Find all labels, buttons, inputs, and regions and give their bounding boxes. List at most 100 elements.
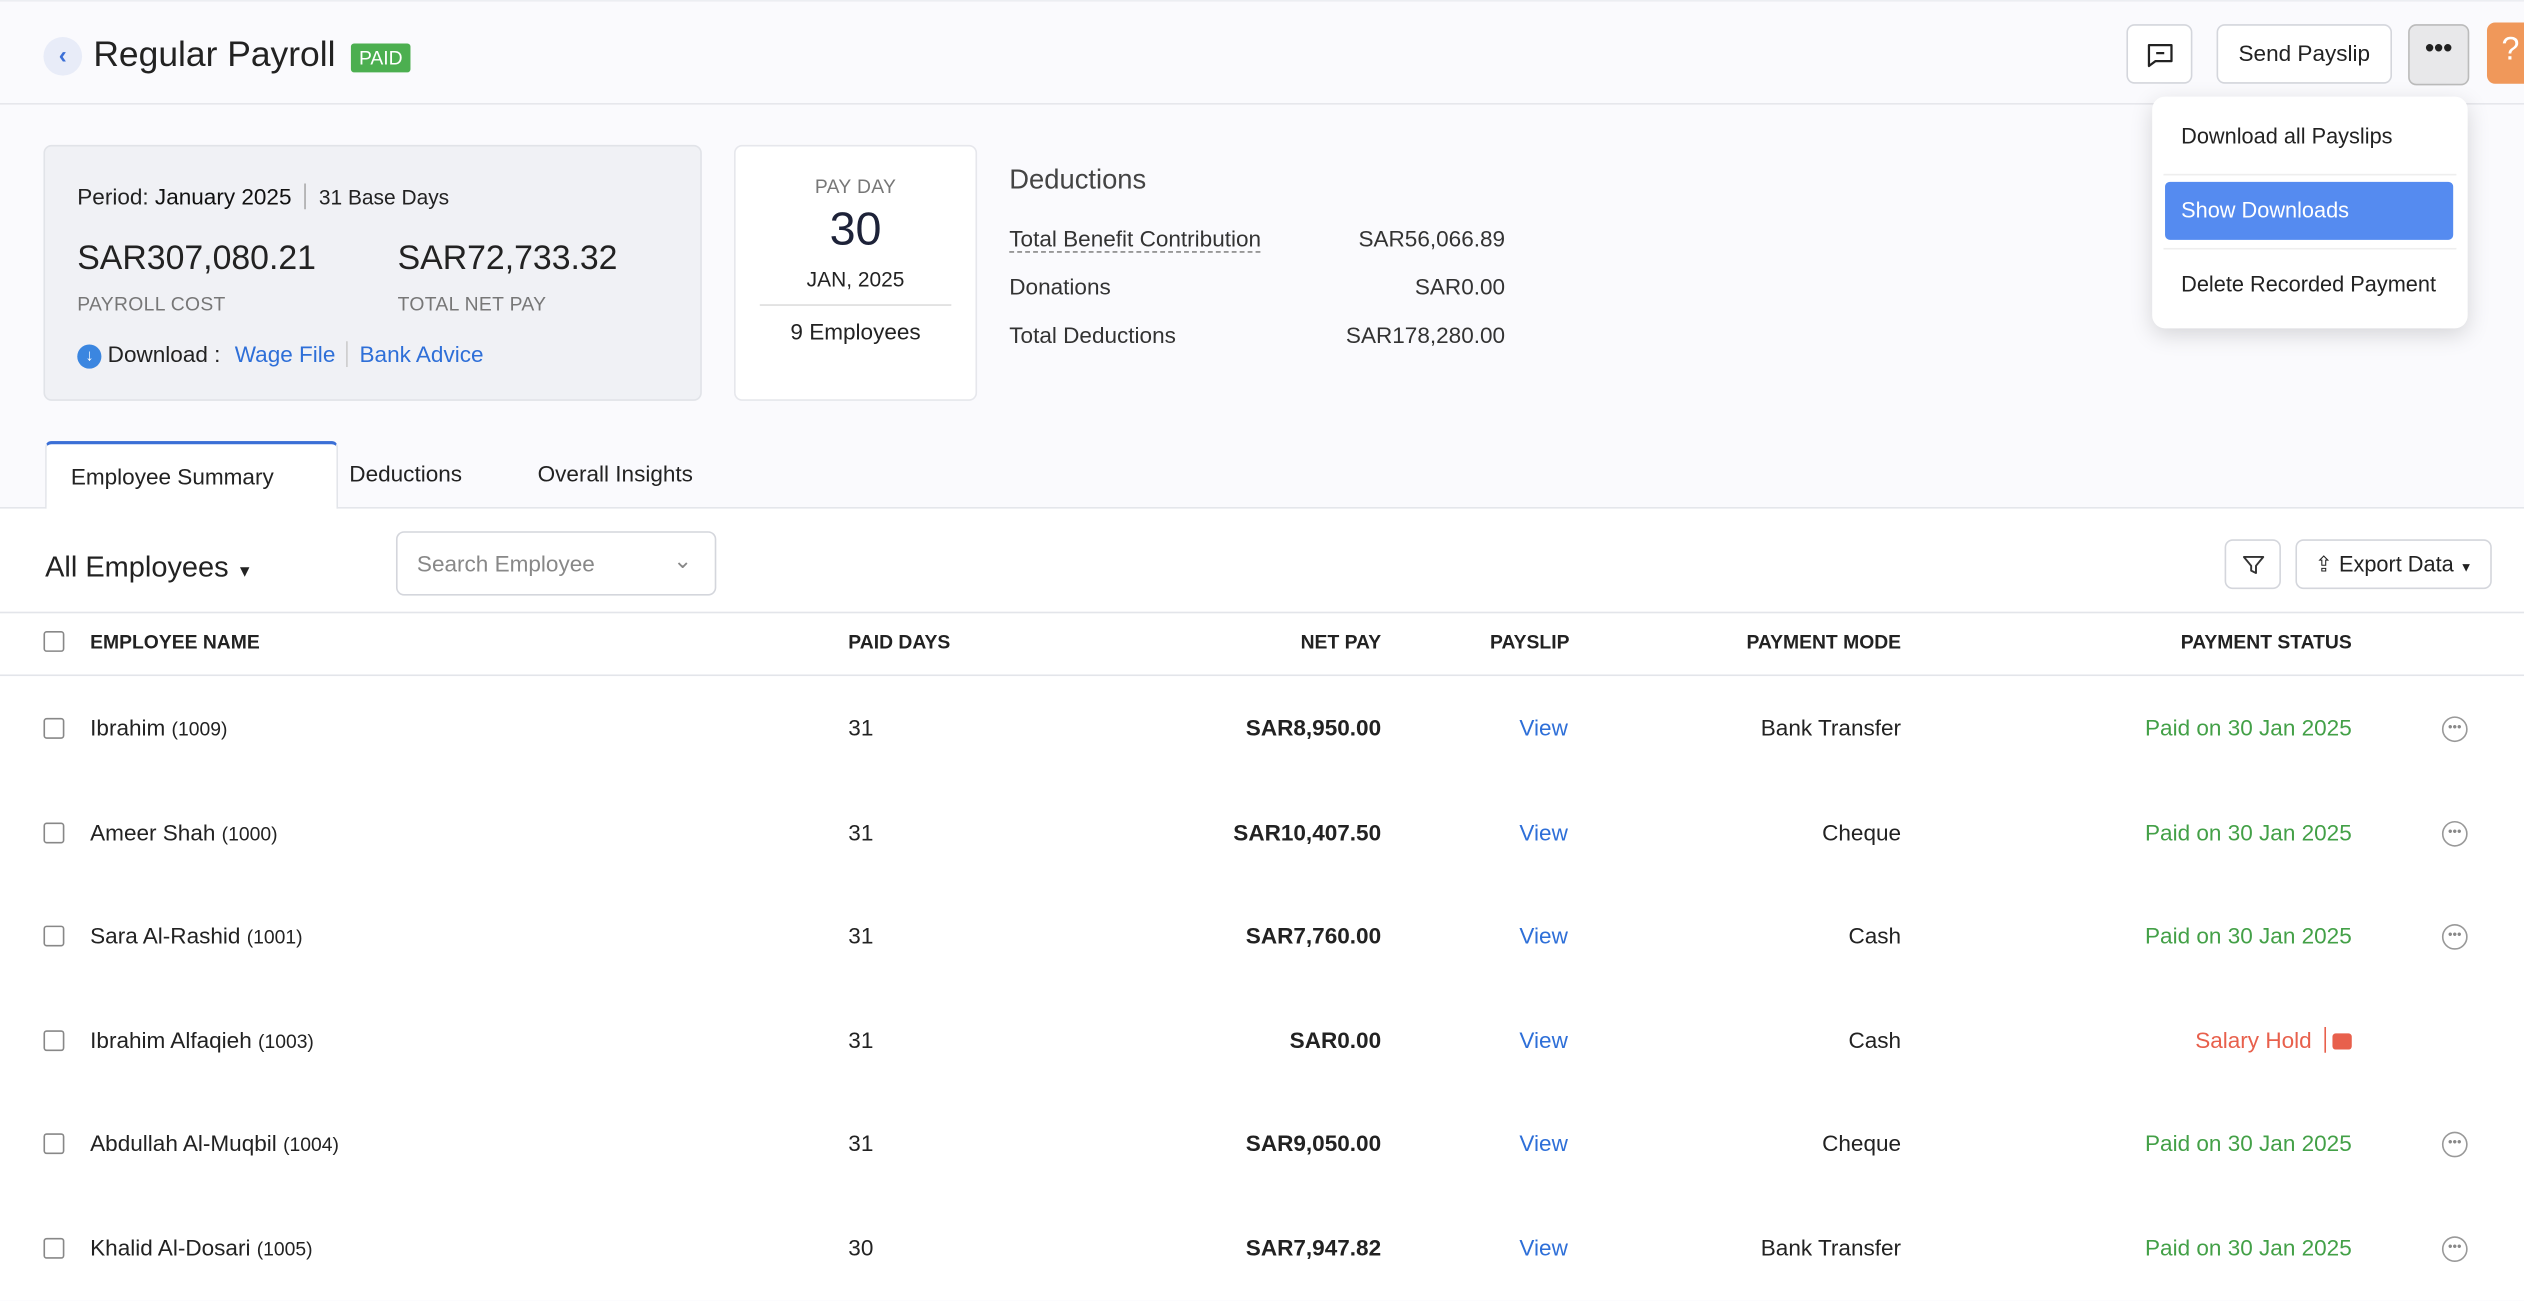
payroll-cost-value: SAR307,080.21: [77, 239, 316, 277]
row-checkbox[interactable]: [43, 1133, 65, 1155]
column-header-paid-days[interactable]: PAID DAYS: [848, 631, 950, 654]
comment-icon[interactable]: [2332, 1032, 2352, 1049]
tab-overall-insights[interactable]: Overall Insights: [538, 441, 693, 509]
employee-id: (1004): [283, 1133, 339, 1156]
employee-id: (1003): [258, 1029, 314, 1052]
search-placeholder: Search Employee: [416, 550, 595, 577]
column-header-payslip: PAYSLIP: [1490, 631, 1570, 654]
employee-name[interactable]: Ibrahim (1009): [90, 715, 227, 741]
paid-days: 31: [848, 1130, 874, 1156]
base-days: 31 Base Days: [318, 185, 450, 210]
tab-deductions[interactable]: Deductions: [349, 441, 462, 509]
payment-status: Paid on 30 Jan 2025: [2145, 1233, 2352, 1260]
more-options-button[interactable]: •••: [2408, 24, 2470, 86]
employee-view-label: All Employees: [45, 550, 229, 583]
view-payslip-link[interactable]: View: [1519, 819, 1567, 845]
deduction-label: Donations: [1009, 273, 1111, 300]
payment-status: Salary Hold: [2195, 1026, 2352, 1052]
employee-id: (1009): [171, 717, 228, 741]
column-header-employee-name[interactable]: EMPLOYEE NAME: [90, 631, 260, 654]
employee-name-text: Ibrahim Alfaqieh: [90, 1026, 252, 1052]
employee-view-dropdown[interactable]: All Employees ▼: [45, 551, 253, 585]
deduction-value: SAR56,066.89: [1358, 225, 1506, 252]
row-checkbox[interactable]: [43, 1237, 65, 1258]
more-options-menu: Download all Payslips Show Downloads Del…: [2152, 96, 2468, 329]
employee-id: (1001): [246, 925, 303, 949]
deduction-row: Total Benefit Contribution SAR56,066.89: [1009, 225, 1505, 273]
caret-down-icon: ▼: [2459, 560, 2473, 575]
employee-name[interactable]: Khalid Al-Dosari (1005): [90, 1234, 312, 1260]
deduction-row: Total Deductions SAR178,280.00: [1009, 322, 1505, 370]
row-more-options-icon[interactable]: •••: [2441, 923, 2468, 950]
column-header-payment-status[interactable]: PAYMENT STATUS: [2181, 631, 2352, 654]
menu-item-show-downloads[interactable]: Show Downloads: [2165, 181, 2454, 240]
row-more-options-icon[interactable]: •••: [2441, 1235, 2468, 1262]
net-pay: SAR10,407.50: [1233, 818, 1382, 845]
chevron-down-icon: ⌄: [673, 547, 693, 574]
employee-name-text: Sara Al-Rashid: [90, 922, 241, 949]
download-row: ↓ Download : Wage File Bank Advice: [77, 341, 484, 369]
tab-employee-summary[interactable]: Employee Summary: [45, 441, 339, 511]
view-payslip-link[interactable]: View: [1519, 1234, 1567, 1260]
paid-days: 31: [848, 1026, 874, 1052]
payment-status: Paid on 30 Jan 2025: [2145, 818, 2352, 845]
employee-name[interactable]: Abdullah Al-Muqbil (1004): [90, 1130, 339, 1156]
employee-name-text: Ameer Shah: [90, 818, 216, 845]
row-more-options-icon[interactable]: •••: [2441, 716, 2468, 743]
paid-days: 31: [848, 714, 874, 741]
comment-button[interactable]: [2126, 24, 2193, 84]
pay-day-month: JAN, 2025: [806, 267, 905, 292]
view-payslip-link[interactable]: View: [1519, 922, 1567, 948]
help-button[interactable]: ?: [2486, 22, 2524, 84]
employee-name-text: Abdullah Al-Muqbil: [90, 1130, 277, 1156]
send-payslip-button[interactable]: Send Payslip: [2216, 24, 2393, 84]
view-payslip-link[interactable]: View: [1519, 1026, 1567, 1052]
wage-file-link[interactable]: Wage File: [235, 341, 336, 367]
deduction-row: Donations SAR0.00: [1009, 274, 1505, 322]
menu-item-download-all-payslips[interactable]: Download all Payslips: [2165, 108, 2453, 166]
payment-mode: Bank Transfer: [1760, 714, 1902, 741]
total-net-pay-label: TOTAL NET PAY: [397, 292, 547, 316]
download-label: Download :: [107, 341, 221, 368]
row-more-options-icon[interactable]: •••: [2441, 820, 2468, 846]
row-checkbox[interactable]: [43, 1029, 65, 1051]
row-more-options-icon[interactable]: •••: [2441, 1131, 2468, 1158]
employee-name[interactable]: Sara Al-Rashid (1001): [90, 922, 302, 948]
export-data-button[interactable]: ⇪ Export Data ▼: [2295, 539, 2492, 590]
payroll-summary-card: Period: January 2025 31 Base Days SAR307,…: [43, 144, 702, 401]
menu-item-delete-recorded-payment[interactable]: Delete Recorded Payment: [2165, 256, 2453, 314]
caret-down-icon: ▼: [236, 563, 253, 582]
page-title: Regular Payroll: [93, 33, 336, 75]
bank-advice-link[interactable]: Bank Advice: [360, 341, 484, 367]
row-checkbox[interactable]: [43, 925, 65, 947]
column-header-payment-mode[interactable]: PAYMENT MODE: [1746, 631, 1901, 654]
payment-status: Paid on 30 Jan 2025: [2145, 714, 2352, 741]
back-button[interactable]: ‹: [43, 37, 83, 76]
net-pay: SAR8,950.00: [1245, 714, 1382, 741]
download-icon: ↓: [77, 344, 102, 369]
view-payslip-link[interactable]: View: [1519, 715, 1567, 741]
pay-day-date: 30: [829, 204, 882, 256]
status-badge: PAID: [350, 43, 411, 73]
pay-day-label: PAY DAY: [814, 175, 897, 198]
payment-status: Paid on 30 Jan 2025: [2145, 1130, 2352, 1156]
select-all-checkbox[interactable]: [43, 631, 65, 652]
employee-id: (1005): [256, 1237, 313, 1260]
row-checkbox[interactable]: [43, 717, 65, 739]
tab-bar: Employee Summary Deductions Overall Insi…: [0, 441, 2524, 511]
employee-name[interactable]: Ameer Shah (1000): [90, 819, 277, 845]
search-employee-input[interactable]: Search Employee ⌄: [395, 531, 717, 596]
paid-days: 30: [848, 1233, 874, 1260]
column-header-net-pay[interactable]: NET PAY: [1301, 631, 1382, 654]
view-payslip-link[interactable]: View: [1519, 1130, 1567, 1156]
payroll-cost-label: PAYROLL COST: [77, 292, 226, 316]
deduction-label[interactable]: Total Benefit Contribution: [1009, 225, 1262, 253]
employee-name[interactable]: Ibrahim Alfaqieh (1003): [90, 1026, 314, 1052]
payment-status: Paid on 30 Jan 2025: [2145, 922, 2352, 949]
deduction-value: SAR0.00: [1414, 273, 1506, 300]
chevron-left-icon: ‹: [58, 41, 67, 70]
net-pay: SAR0.00: [1289, 1026, 1382, 1052]
filter-button[interactable]: [2224, 539, 2281, 590]
row-checkbox[interactable]: [43, 821, 65, 843]
upload-icon: ⇪: [2314, 552, 2333, 577]
